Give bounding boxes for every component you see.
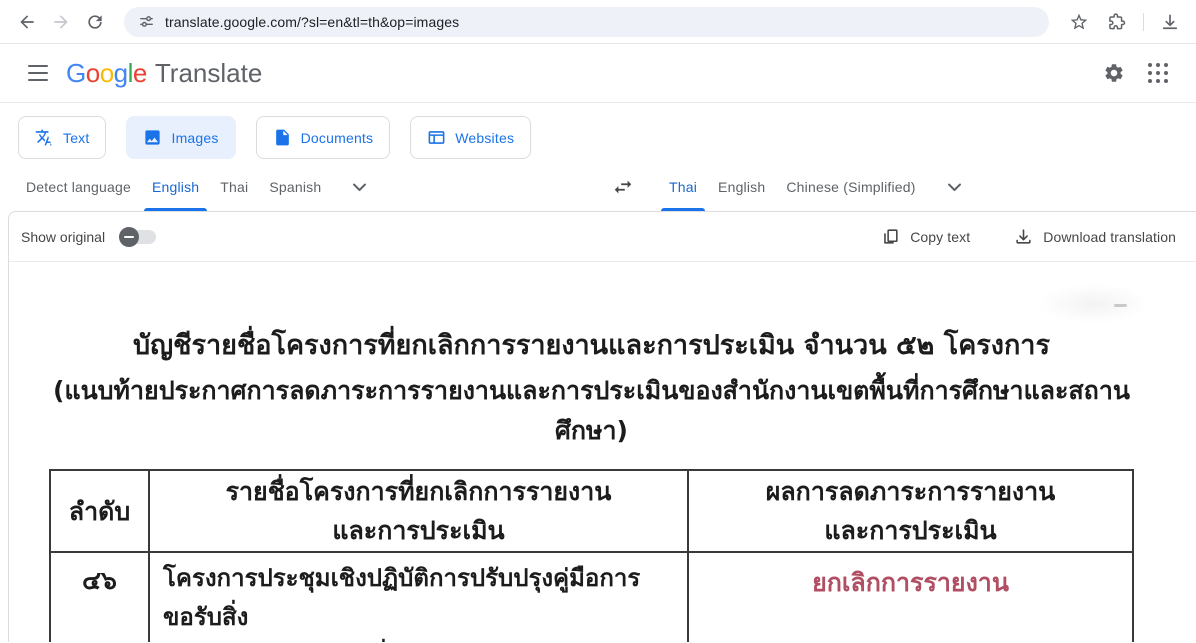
apps-grid-icon [1148,63,1168,83]
document-title-line1: บัญชีรายชื่อโครงการที่ยกเลิกการรายงานและ… [49,326,1134,366]
chevron-down-icon [352,182,367,192]
hamburger-icon [28,65,48,67]
bookmark-icon [1069,12,1089,32]
app-logo[interactable]: Google Translate [66,58,262,89]
settings-button[interactable] [1092,51,1136,95]
result-toolbar: Show original Copy text Download transla… [9,212,1196,262]
language-bar: Detect language English Thai Spanish Tha… [0,163,1196,211]
forward-button[interactable] [44,5,78,39]
more-target-languages-button[interactable] [947,163,962,211]
website-icon [427,128,446,147]
google-logo: Google [66,58,147,89]
toolbar-divider [1143,13,1144,31]
download-translation-label: Download translation [1043,229,1176,245]
target-lang-chinese[interactable]: Chinese (Simplified) [784,163,917,211]
document-content: บัญชีรายชื่อโครงการที่ยกเลิกการรายงานและ… [49,262,1134,642]
toggle-thumb-minus-icon [119,227,139,247]
target-lang-english[interactable]: English [716,163,767,211]
table-header-row: ลำดับ รายชื่อโครงการที่ยกเลิกการรายงาน แ… [51,471,1132,553]
tab-label: Images [171,130,218,146]
back-button[interactable] [10,5,44,39]
translate-icon [35,128,54,147]
image-icon [143,128,162,147]
tab-label: Text [63,130,89,146]
swap-arrows-icon [612,176,634,198]
cell-project-name: โครงการประชุมเชิงปฏิบัติการปรับปรุงคู่มื… [150,553,689,642]
tab-documents[interactable]: Documents [256,116,391,159]
address-bar[interactable]: translate.google.com/?sl=en&tl=th&op=ima… [124,7,1049,37]
show-original-label: Show original [21,229,105,245]
header-cell-result: ผลการลดภาระการรายงาน และการประเมิน [689,471,1132,551]
cell-row-number: ๔๖ [51,553,150,642]
refresh-button[interactable] [78,5,112,39]
chevron-down-icon [947,182,962,192]
more-source-languages-button[interactable] [352,163,367,211]
translation-result-card: Show original Copy text Download transla… [8,211,1196,642]
download-icon [1014,227,1033,246]
site-settings-icon[interactable] [138,13,155,30]
back-icon [17,12,37,32]
show-original-toggle[interactable] [119,227,156,247]
document-title-line2: (แนบท้ายประกาศการลดภาระการรายงานและการปร… [49,371,1134,451]
product-name: Translate [155,58,262,89]
document-table: ลำดับ รายชื่อโครงการที่ยกเลิกการรายงาน แ… [49,469,1134,642]
header-cell-project: รายชื่อโครงการที่ยกเลิกการรายงาน และการป… [150,471,689,551]
main-menu-button[interactable] [18,53,58,93]
app-header: Google Translate [0,44,1196,103]
source-language-group: Detect language English Thai Spanish [0,163,598,211]
header-cell-no: ลำดับ [51,471,150,551]
browser-toolbar: translate.google.com/?sl=en&tl=th&op=ima… [0,0,1196,44]
extensions-icon [1107,12,1127,32]
download-translation-button[interactable]: Download translation [1014,227,1176,246]
tab-images[interactable]: Images [126,116,235,159]
source-lang-detect[interactable]: Detect language [24,163,133,211]
extensions-button[interactable] [1101,5,1133,39]
tab-label: Documents [301,130,374,146]
target-lang-thai[interactable]: Thai [667,163,699,211]
mode-tabs: Text Images Documents Websites [0,103,1196,163]
source-lang-english[interactable]: English [150,163,201,211]
translated-image[interactable]: บัญชีรายชื่อโครงการที่ยกเลิกการรายงานและ… [9,262,1196,642]
source-lang-spanish[interactable]: Spanish [267,163,323,211]
document-icon [273,128,292,147]
tab-websites[interactable]: Websites [410,116,531,159]
table-row: ๔๖ โครงการประชุมเชิงปฏิบัติการปรับปรุงคู… [51,553,1132,642]
forward-icon [51,12,71,32]
gear-icon [1103,62,1125,84]
url-text: translate.google.com/?sl=en&tl=th&op=ima… [165,14,459,30]
source-lang-thai[interactable]: Thai [218,163,250,211]
downloads-button[interactable] [1154,5,1186,39]
copy-icon [881,227,900,246]
copy-text-button[interactable]: Copy text [881,227,970,246]
tab-label: Websites [455,130,514,146]
swap-languages-button[interactable] [603,167,643,207]
target-language-group: Thai English Chinese (Simplified) [598,163,1196,211]
copy-text-label: Copy text [910,229,970,245]
tab-text[interactable]: Text [18,116,106,159]
refresh-icon [85,12,105,32]
download-icon [1160,12,1180,32]
google-apps-button[interactable] [1136,51,1180,95]
cell-result: ยกเลิกการรายงาน [689,553,1132,642]
bookmark-button[interactable] [1063,5,1095,39]
